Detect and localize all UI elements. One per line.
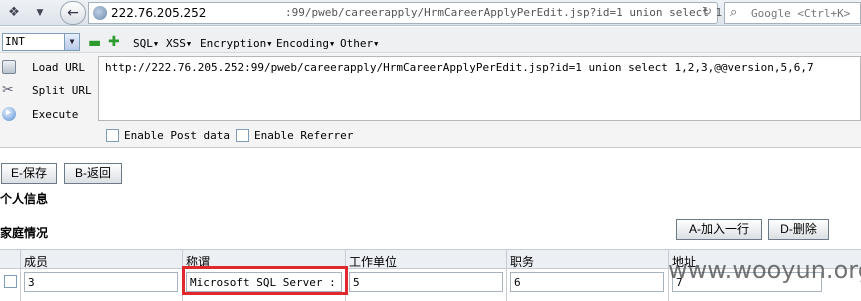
menu-other[interactable]: Other▼ [340,37,378,50]
dropdown-arrow-icon[interactable]: ▼ [30,3,50,23]
column-divider [20,249,21,301]
menu-encoding-label: Encoding [276,37,329,50]
minus-icon[interactable]: ▬ [88,35,101,51]
menu-icon[interactable]: ❖ [4,3,24,23]
column-header-workplace: 工作单位 [349,255,398,269]
execute-button[interactable]: Execute [0,104,96,126]
menu-encoding[interactable]: Encoding▼ [276,37,334,50]
column-divider [506,249,507,301]
menu-sql-label: SQL [133,37,153,50]
chevron-down-icon: ▼ [64,34,79,50]
enable-referrer-checkbox[interactable] [236,129,249,142]
enable-post-checkbox[interactable] [106,129,119,142]
encoding-select[interactable]: INT ▼ [2,33,80,51]
enable-referrer-label: Enable Referrer [254,129,354,142]
play-icon [2,107,16,121]
menu-encryption[interactable]: Encryption▼ [200,37,271,50]
column-header-position: 职务 [510,255,535,269]
globe-icon [93,6,107,20]
workplace-input[interactable]: 5 [349,272,503,292]
url-path: :99/pweb/careerapply/HrmCareerApplyPerEd… [285,6,725,19]
delete-button[interactable]: D-删除 [768,219,829,240]
url-textarea[interactable]: http://222.76.205.252:99/pweb/careerappl… [98,56,861,121]
execute-label: Execute [32,108,79,121]
plus-icon[interactable]: ✚ [108,34,120,50]
url-host: 222.76.205.252 [111,6,207,20]
search-box[interactable]: ⌕ Google <Ctrl+K> [724,2,861,24]
member-input[interactable]: 3 [24,272,178,292]
row-select-checkbox[interactable] [4,275,17,288]
address-bar[interactable]: 222.76.205.252 :99/pweb/careerapply/HrmC… [88,2,779,24]
menu-xss-label: XSS [166,37,186,50]
split-url-button[interactable]: ✂ Split URL [0,80,96,102]
column-header-member: 成员 [24,255,49,269]
load-url-icon [2,60,16,74]
search-icon: ⌕ [730,5,738,20]
encoding-select-value: INT [5,35,25,48]
family-section-title: 家庭情况 [0,226,49,240]
back-icon[interactable]: ← [60,1,86,25]
personal-info-title: 个人信息 [0,192,49,206]
reload-icon[interactable]: ↻ [702,4,712,18]
browser-nav-bar: ❖ ▼ ← 222.76.205.252 :99/pweb/careerappl… [0,0,861,26]
save-button[interactable]: E-保存 [1,163,57,184]
menu-xss[interactable]: XSS▼ [166,37,191,50]
split-url-label: Split URL [32,84,92,97]
enable-post-label: Enable Post data [124,129,230,142]
load-url-button[interactable]: Load URL [0,57,96,79]
search-placeholder: Google <Ctrl+K> [751,7,851,20]
red-highlight-box [182,266,348,295]
load-url-label: Load URL [32,61,85,74]
watermark: www.wooyun.org [668,256,861,284]
back-button[interactable]: B-返回 [64,163,122,184]
menu-sql[interactable]: SQL▼ [133,37,158,50]
menu-encryption-label: Encryption [200,37,267,50]
scissors-icon: ✂ [2,82,14,98]
add-row-button[interactable]: A-加入一行 [676,219,762,240]
hackbar-toolbar [0,27,861,53]
menu-other-label: Other [340,37,374,50]
position-input[interactable]: 6 [510,272,664,292]
